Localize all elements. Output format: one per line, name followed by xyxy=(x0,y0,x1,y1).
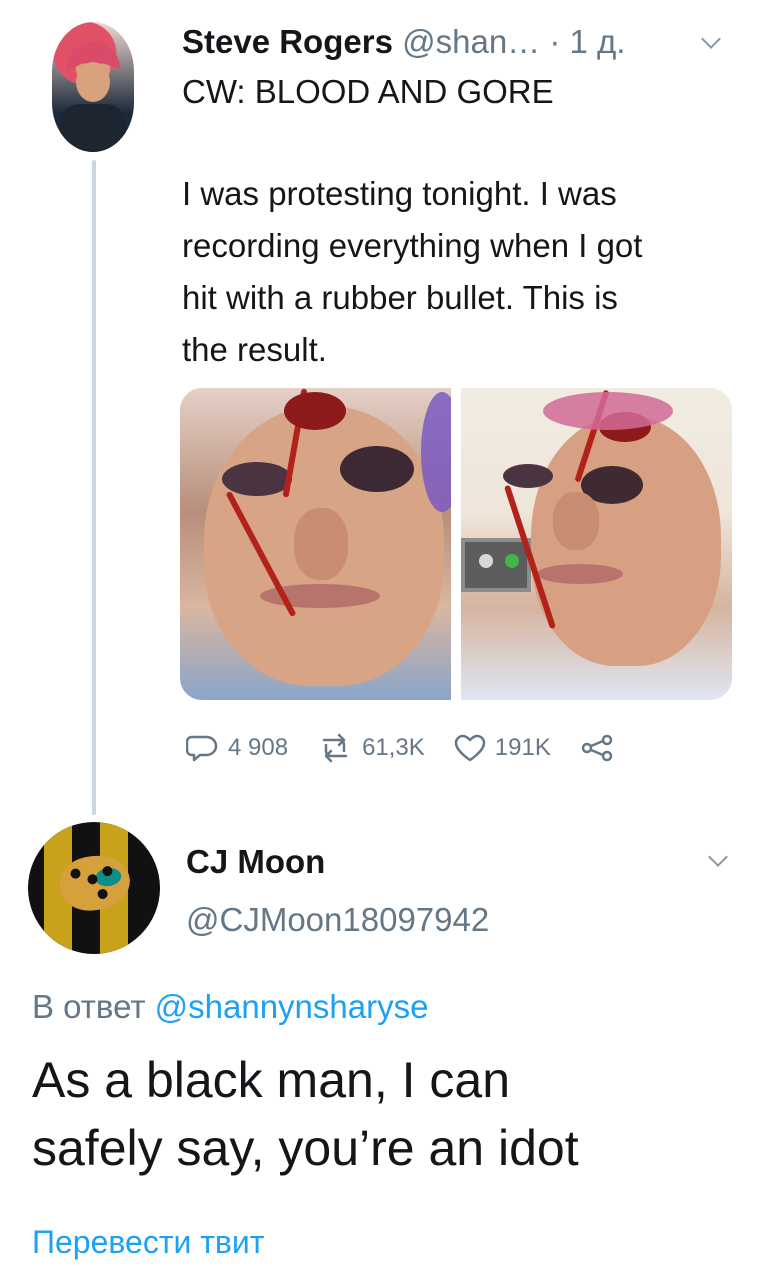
photo-nose xyxy=(294,508,348,580)
tweet-time[interactable]: 1 д. xyxy=(570,23,626,60)
reply-context: В ответ @shannynsharyse xyxy=(32,986,428,1028)
thread-line xyxy=(92,160,96,815)
chevron-down-icon[interactable] xyxy=(700,34,722,48)
photo-nose xyxy=(553,492,599,550)
avatar-cj-moon[interactable] xyxy=(28,822,160,954)
tweet-media[interactable] xyxy=(180,388,732,700)
reply-button[interactable]: 4 908 xyxy=(186,733,288,763)
like-count: 191K xyxy=(494,734,551,761)
retweet-count: 61,3K xyxy=(362,734,425,761)
share-icon xyxy=(581,734,613,762)
reply-icon xyxy=(186,735,218,762)
avatar-face xyxy=(76,62,110,102)
tweet-header: Steve Rogers @shan… · 1 д. xyxy=(182,20,736,64)
author-handle[interactable]: @shan… xyxy=(402,23,540,60)
heart-icon xyxy=(454,734,486,762)
photo-eye xyxy=(222,462,292,496)
photo-eye xyxy=(340,446,414,492)
avatar-shirt xyxy=(60,104,126,152)
tweet-actions: 4 908 61,3K 191K xyxy=(186,726,653,770)
reply-author-name[interactable]: CJ Moon xyxy=(186,842,325,882)
reply-count: 4 908 xyxy=(228,734,289,761)
photo-right[interactable] xyxy=(461,388,732,700)
retweet-icon xyxy=(322,733,348,763)
photo-wound xyxy=(284,392,346,430)
photo-hair xyxy=(543,392,673,430)
photo-left[interactable] xyxy=(180,388,451,700)
reply-to-handle[interactable]: @shannynsharyse xyxy=(155,988,429,1025)
reply-text: As a black man, I can safely say, you’re… xyxy=(32,1052,579,1176)
chevron-down-icon[interactable] xyxy=(707,852,729,866)
avatar-steve-rogers[interactable] xyxy=(52,22,134,152)
separator-dot: · xyxy=(549,23,570,60)
translate-tweet-link[interactable]: Перевести твит xyxy=(32,1222,264,1262)
content-warning: CW: BLOOD AND GORE xyxy=(182,73,554,110)
photo-eye xyxy=(503,464,553,488)
tweet-text: I was protesting tonight. I was recordin… xyxy=(182,175,643,368)
retweet-button[interactable]: 61,3K xyxy=(316,733,425,763)
author-name[interactable]: Steve Rogers xyxy=(182,23,393,60)
like-button[interactable]: 191K xyxy=(453,733,551,763)
reply-context-prefix: В ответ xyxy=(32,988,146,1025)
share-button[interactable] xyxy=(579,733,625,763)
photo-mouth xyxy=(537,564,623,584)
wall-device xyxy=(461,538,531,592)
reply-author-handle[interactable]: @CJMoon18097942 xyxy=(186,900,489,940)
